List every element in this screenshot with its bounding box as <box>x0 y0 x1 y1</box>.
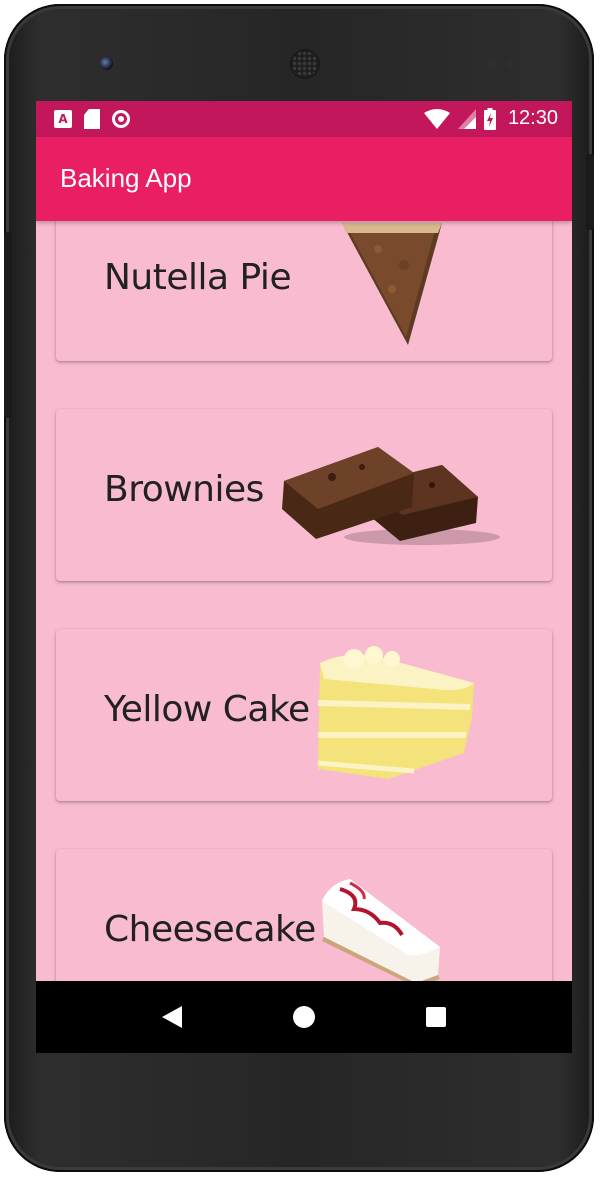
proximity-sensor <box>488 60 496 68</box>
navigation-bar <box>36 981 572 1053</box>
signal-icon <box>457 108 476 129</box>
a-notification-icon: A <box>54 110 72 128</box>
home-icon[interactable] <box>292 1006 315 1028</box>
app-bar: Baking App <box>36 137 572 221</box>
volume-button <box>4 232 12 418</box>
brownies-image <box>282 447 500 545</box>
power-button <box>586 154 594 230</box>
status-bar: A 12:30 <box>36 101 572 137</box>
recipe-card-nutella-pie[interactable]: Nutella Pie <box>56 221 552 361</box>
earpiece-speaker <box>292 51 318 77</box>
recents-icon[interactable] <box>426 1007 447 1027</box>
recipe-list[interactable]: Nutella Pie Brownies Yellow Cake Cheesec… <box>36 221 572 981</box>
app-title: Baking App <box>60 163 192 193</box>
phone-frame: A 12:30 Baking App Nutella Pie Brownies … <box>4 4 594 1172</box>
recipe-card-brownies[interactable]: Brownies <box>56 409 552 581</box>
cheesecake-image <box>322 879 440 981</box>
screen: A 12:30 Baking App Nutella Pie Brownies … <box>36 101 572 1053</box>
front-camera-icon <box>100 57 113 70</box>
yellow-cake-image <box>317 646 474 779</box>
recipe-name: Yellow Cake <box>104 689 310 730</box>
wifi-icon <box>423 108 450 129</box>
recipe-name: Cheesecake <box>104 909 316 950</box>
back-icon[interactable] <box>161 1006 182 1028</box>
recipe-name: Nutella Pie <box>104 257 292 298</box>
recipe-card-cheesecake[interactable]: Cheesecake <box>56 849 552 981</box>
record-icon <box>112 110 130 128</box>
light-sensor <box>506 60 514 68</box>
battery-charging-icon <box>483 107 496 130</box>
sd-card-icon <box>84 109 100 129</box>
clock: 12:30 <box>507 107 558 129</box>
recipe-name: Brownies <box>104 469 264 510</box>
recipe-card-yellow-cake[interactable]: Yellow Cake <box>56 629 552 801</box>
nutella-pie-image <box>342 223 442 345</box>
